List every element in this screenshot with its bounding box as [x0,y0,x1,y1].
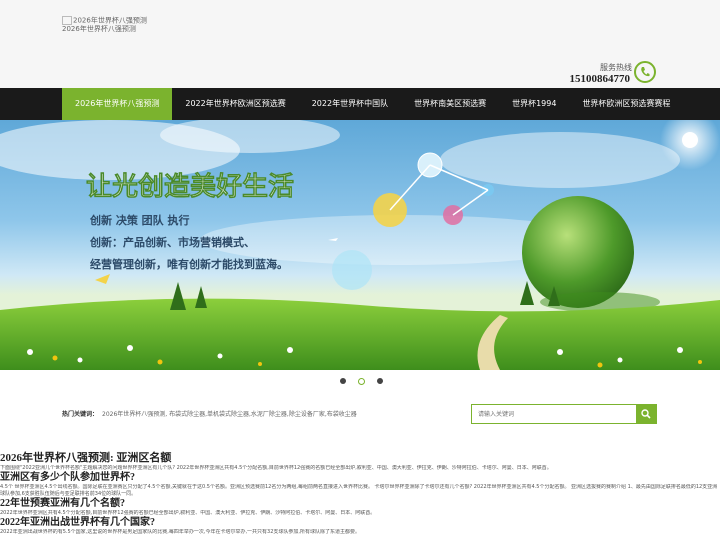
article-title: 2026年世界杯八强预测: 亚洲区名额 [0,452,172,464]
broken-image-icon [62,16,72,25]
article-intro: 下面围绕"2022亚洲几个世界杯名额"主题解决您的问题世界杯亚洲区有几个队? 2… [0,465,552,471]
slider-dots [340,378,383,385]
logo-alt-text: 2026年世界杯八强预测 [73,16,147,25]
keywords-links[interactable]: 2026年世界杯八强预测, 布袋式除尘器,单机袋式除尘器,水泥厂除尘器,除尘设备… [102,411,357,418]
banner-headline: 让光创造美好生活 [86,171,294,202]
keywords-label: 热门关键词： [62,411,99,418]
phone-icon [634,61,656,83]
section-body: 2022年亚洲出战世界杯的有5.5个国家,这里说的世界杯是男足国家队的比赛,每四… [0,529,360,535]
search-box [471,404,657,424]
nav-item-4[interactable]: 世界杯南美区预选赛 [401,88,499,120]
search-icon [641,409,651,419]
nav-item-6[interactable]: 世界杯欧洲区预选赛赛程 [569,88,683,120]
section-body: 2022年世界杯亚洲区共有4.5个分配名额,目前世界杯12强赛的名额已经全部出炉… [0,510,376,516]
hero-banner[interactable]: 让光创造美好生活 创新 决策 团队 执行 创新：产品创新、市场营销模式、 经营管… [0,120,720,370]
nav-item-1[interactable]: 2026年世界杯八强预测 [62,88,173,120]
section-heading: 2022年亚洲出战世界杯有几个国家? [0,517,155,528]
hot-keywords: 热门关键词： 2026年世界杯八强预测, 布袋式除尘器,单机袋式除尘器,水泥厂除尘… [62,409,357,418]
hotline-label: 服务热线 [600,63,632,72]
slider-dot[interactable] [377,378,383,384]
main-nav: 2026年世界杯八强预测 2022年世界杯欧洲区预选赛 2022年世界杯中国队 … [0,88,720,120]
banner-line-2: 创新：产品创新、市场营销模式、 [89,235,255,249]
search-button[interactable] [636,405,656,423]
article: 2026年世界杯八强预测: 亚洲区名额 下面围绕"2022亚洲几个世界杯名额"主… [0,452,720,536]
nav-item-3[interactable]: 2022年世界杯中国队 [299,88,401,120]
slider-dot-active[interactable] [358,378,365,385]
top-header: 2026年世界杯八强预测 2026年世界杯八强预测 服务热线 151008647… [0,0,720,88]
logo-text: 2026年世界杯八强预测 [62,25,136,33]
hotline-number: 15100864770 [569,73,631,85]
site-logo[interactable]: 2026年世界杯八强预测 2026年世界杯八强预测 [62,16,147,33]
section-heading: 亚洲区有多少个队参加世界杯? [0,472,135,483]
search-input[interactable] [472,405,636,423]
section-heading: 22年世预赛亚洲有几个名额? [0,498,125,509]
banner-line-1: 创新 决策 团队 执行 [89,213,190,227]
nav-item-2[interactable]: 2022年世界杯欧洲区预选赛 [172,88,298,120]
nav-item-5[interactable]: 世界杯1994 [499,88,569,120]
banner-line-3: 经营管理创新，唯有创新才能找到蓝海。 [90,257,288,271]
section-body: 4.5个 世界杯亚洲区4.5个出线名额。国际足联在亚洲赛区只分配了4.5个名额,… [0,484,718,497]
banner-illustration: 让光创造美好生活 创新 决策 团队 执行 创新：产品创新、市场营销模式、 经营管… [0,120,720,370]
slider-dot[interactable] [340,378,346,384]
